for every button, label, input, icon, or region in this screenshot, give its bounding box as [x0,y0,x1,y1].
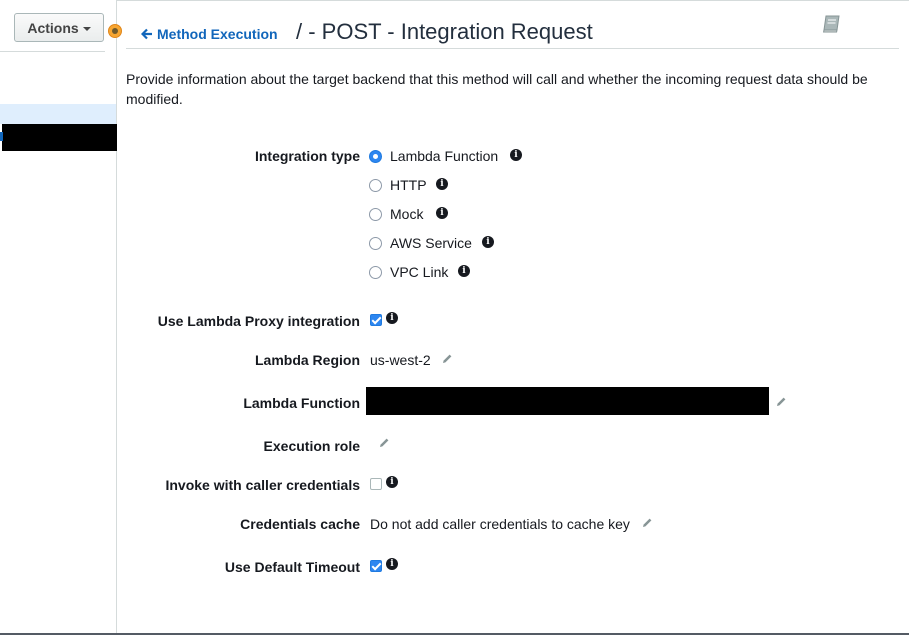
method-execution-link-label: Method Execution [157,26,278,42]
pencil-icon[interactable] [378,437,390,449]
radio-http[interactable] [369,179,382,192]
pencil-icon[interactable] [641,517,653,529]
lambda-function-value-redacted [366,387,769,415]
radio-http-label[interactable]: HTTP [390,177,427,193]
info-icon[interactable]: i [436,207,448,219]
info-icon[interactable]: i [482,236,494,248]
radio-mock-label[interactable]: Mock [390,206,423,222]
pencil-icon[interactable] [775,396,787,408]
redacted-resource-item[interactable] [2,124,117,151]
resource-tree-selected-row[interactable] [0,104,116,124]
radio-aws-service-label[interactable]: AWS Service [390,235,472,251]
info-icon[interactable]: i [386,558,398,570]
page-description: Provide information about the target bac… [126,71,868,107]
invoke-caller-credentials-checkbox[interactable] [370,478,382,490]
invoke-caller-credentials-label: Invoke with caller credentials [165,477,360,493]
panel-divider [0,51,105,52]
radio-lambda-function[interactable] [369,150,382,163]
radio-mock[interactable] [369,208,382,221]
radio-vpc-link-label[interactable]: VPC Link [390,264,448,280]
info-icon[interactable]: i [458,265,470,277]
resource-tree-panel: Actions [0,0,117,633]
actions-button-label: Actions [27,19,79,36]
lambda-region-label: Lambda Region [254,352,360,368]
book-icon[interactable] [821,14,843,34]
top-border [0,0,909,1]
header-divider [126,48,899,49]
lambda-proxy-checkbox[interactable] [370,314,382,326]
info-icon[interactable]: i [386,312,398,324]
info-icon[interactable]: i [436,178,448,190]
info-icon[interactable]: i [386,476,398,488]
execution-role-label: Execution role [263,438,360,454]
credentials-cache-label: Credentials cache [240,516,360,532]
lambda-proxy-label: Use Lambda Proxy integration [157,313,360,329]
lambda-function-label: Lambda Function [243,395,360,411]
default-timeout-checkbox[interactable] [370,560,382,572]
info-icon[interactable]: i [510,149,522,161]
actions-button[interactable]: Actions [14,13,104,42]
default-timeout-label: Use Default Timeout [224,559,360,575]
integration-type-label: Integration type [254,148,360,164]
radio-lambda-function-label[interactable]: Lambda Function [390,148,498,164]
caret-down-icon [82,26,91,31]
radio-aws-service[interactable] [369,237,382,250]
page-title: / - POST - Integration Request [296,19,593,44]
pencil-icon[interactable] [441,353,453,365]
credentials-cache-value: Do not add caller credentials to cache k… [370,516,630,532]
arrow-left-icon [141,28,152,40]
method-execution-link[interactable]: Method Execution [141,26,278,42]
resource-dot-icon [108,24,122,38]
resource-link-fragment [0,132,3,141]
lambda-region-value: us-west-2 [370,352,431,368]
radio-vpc-link[interactable] [369,266,382,279]
